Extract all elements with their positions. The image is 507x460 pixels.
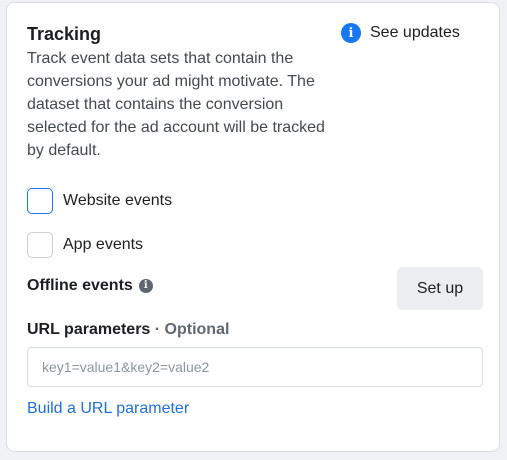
tracking-title: Tracking — [27, 24, 102, 44]
website-events-label: Website events — [63, 192, 173, 209]
url-parameters-heading: URL parameters · Optional — [27, 321, 229, 339]
app-events-option[interactable]: App events — [27, 232, 143, 258]
see-updates-label: See updates — [370, 24, 460, 41]
offline-events-heading: Offline events i — [27, 277, 153, 295]
app-events-checkbox[interactable] — [27, 232, 53, 258]
build-url-parameter-link[interactable]: Build a URL parameter — [27, 400, 189, 418]
tracking-description: Track event data sets that contain the c… — [27, 50, 325, 159]
offline-events-label: Offline events — [27, 277, 133, 294]
optional-label: Optional — [164, 321, 230, 338]
setup-button[interactable]: Set up — [397, 267, 483, 310]
info-icon: i — [341, 23, 361, 43]
url-parameters-separator: · — [150, 321, 165, 338]
see-updates-link[interactable]: i See updates — [341, 23, 460, 43]
url-parameters-label: URL parameters — [27, 321, 151, 338]
website-events-checkbox[interactable] — [27, 188, 53, 214]
offline-info-icon[interactable]: i — [138, 279, 153, 293]
tracking-card: Tracking Track event data sets that cont… — [6, 2, 500, 452]
url-parameters-input[interactable] — [27, 347, 483, 387]
app-events-label: App events — [63, 236, 144, 253]
website-events-option[interactable]: Website events — [27, 188, 172, 214]
